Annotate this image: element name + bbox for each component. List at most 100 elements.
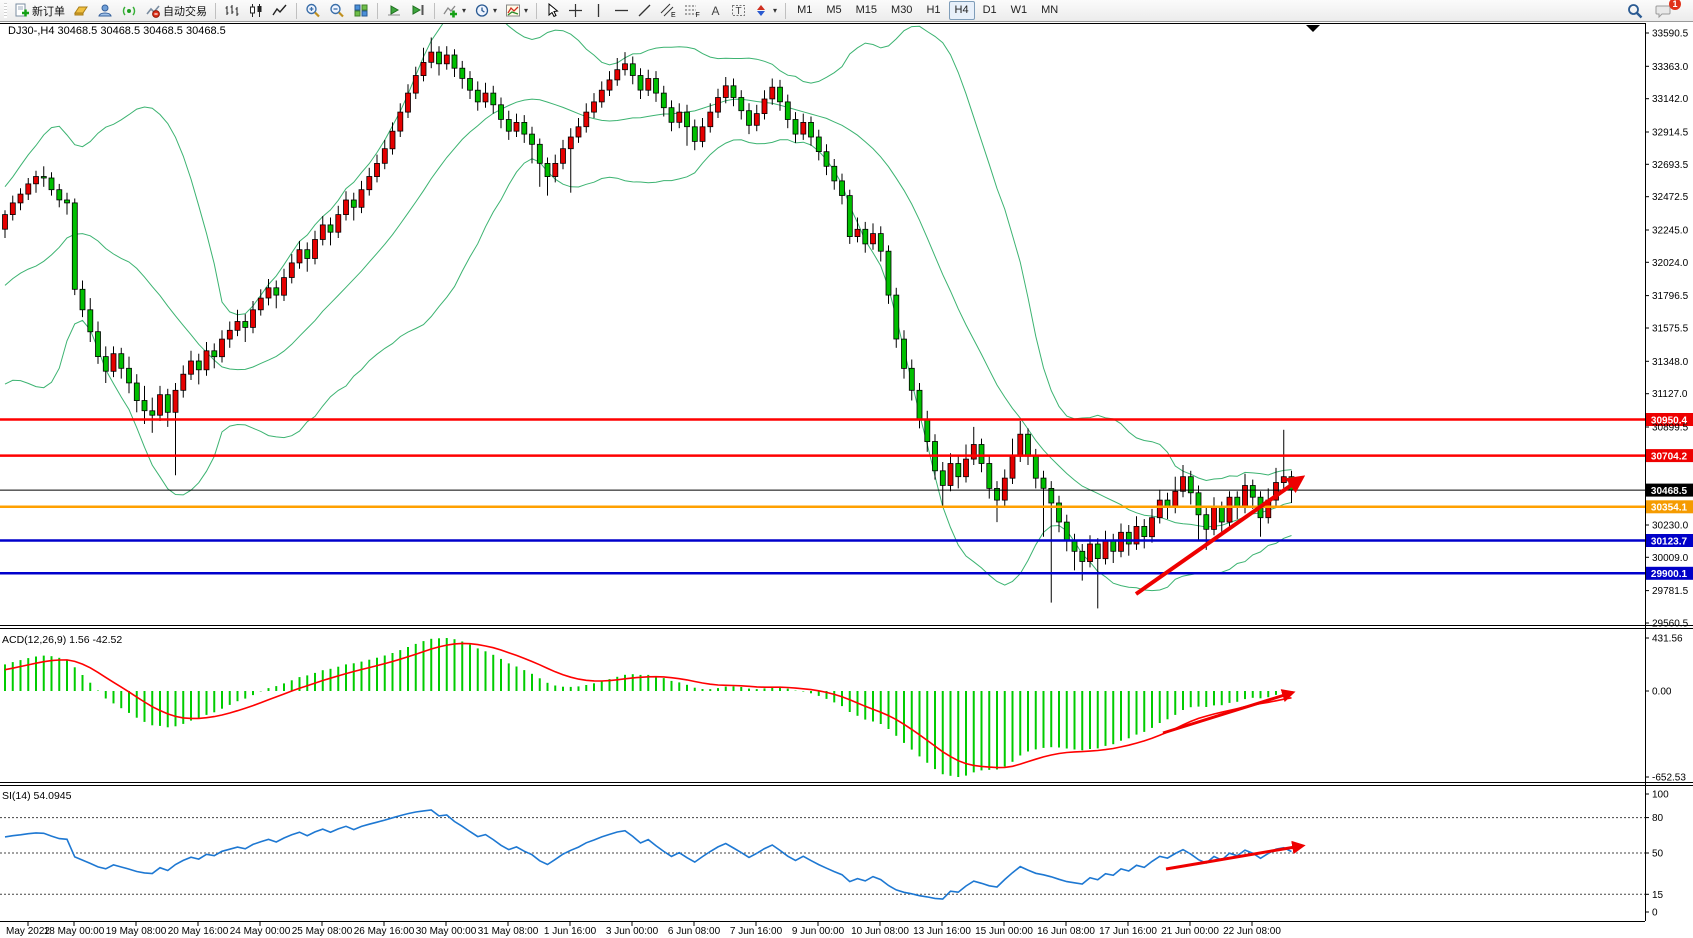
zoom-out-button[interactable] xyxy=(326,1,348,21)
price-tick-label: 32472.5 xyxy=(1652,192,1689,203)
candle-up xyxy=(948,464,953,486)
text-label-tool-button[interactable]: T xyxy=(728,1,749,21)
candle-up xyxy=(3,215,8,230)
toolbar-right: 1 xyxy=(1624,1,1691,21)
candle-down xyxy=(979,445,984,464)
candle-up xyxy=(553,163,558,176)
tile-windows-icon xyxy=(353,3,369,18)
candle-down xyxy=(452,55,457,68)
auto-scroll-button[interactable] xyxy=(383,1,405,21)
trendline-tool-button[interactable] xyxy=(634,1,655,21)
svg-text:E: E xyxy=(671,12,676,18)
line-chart-button[interactable] xyxy=(269,1,291,21)
text-tool-button[interactable]: A xyxy=(705,1,726,21)
tab-timeframe-m30[interactable]: M30 xyxy=(885,1,918,20)
fibonacci-icon: F xyxy=(684,3,700,18)
candle-down xyxy=(1033,456,1038,478)
candle-up xyxy=(382,149,387,164)
candle-up xyxy=(1212,507,1217,529)
notifications-button[interactable]: 1 xyxy=(1652,1,1675,21)
auto-trading-button[interactable]: 自动交易 xyxy=(142,1,210,21)
price-tick-label: 32024.0 xyxy=(1652,258,1689,269)
candle-down xyxy=(1142,526,1147,536)
bar-chart-button[interactable] xyxy=(221,1,243,21)
candle-up xyxy=(375,163,380,176)
time-tick-label: 17 Jun 16:00 xyxy=(1099,926,1157,937)
indicators-button[interactable]: ▾ xyxy=(440,1,469,21)
tab-timeframe-m15[interactable]: M15 xyxy=(850,1,883,20)
tab-timeframe-h4[interactable]: H4 xyxy=(949,1,975,20)
candle-up xyxy=(367,177,372,190)
candle-down xyxy=(1072,541,1077,551)
time-tick-label: 7 Jun 16:00 xyxy=(730,926,783,937)
arrows-tool-button[interactable]: ▾ xyxy=(751,1,780,21)
candle-down xyxy=(475,90,480,102)
candle-up xyxy=(576,127,581,137)
candle-up xyxy=(483,93,488,102)
candle-down xyxy=(196,361,201,370)
zoom-in-icon xyxy=(305,3,321,18)
tab-timeframe-m5[interactable]: M5 xyxy=(820,1,847,20)
toolbar-separator xyxy=(296,3,297,19)
time-tick-label: 21 Jun 00:00 xyxy=(1161,926,1219,937)
fibonacci-tool-button[interactable]: F xyxy=(681,1,703,21)
price-tick-label: 31127.0 xyxy=(1652,389,1688,400)
tab-timeframe-w1[interactable]: W1 xyxy=(1005,1,1034,20)
candle-down xyxy=(72,203,77,289)
channel-icon: E xyxy=(660,3,676,18)
periods-button[interactable]: ▾ xyxy=(471,1,500,21)
toolbar-grip[interactable] xyxy=(4,3,7,18)
signal-button[interactable] xyxy=(118,1,140,21)
cursor-tool-button[interactable] xyxy=(542,1,563,21)
macd-axis-label: 431.56 xyxy=(1652,634,1683,645)
candle-up xyxy=(1119,532,1124,551)
candle-down xyxy=(832,166,837,181)
price-chart[interactable]: 30950.430704.230468.530354.130123.729900… xyxy=(0,0,1693,938)
candle-up xyxy=(189,361,194,374)
candle-up xyxy=(971,445,976,460)
templates-button[interactable]: ▾ xyxy=(502,1,531,21)
candle-up xyxy=(429,52,434,62)
gold-box-button[interactable] xyxy=(70,1,92,21)
mt4-window: 30950.430704.230468.530354.130123.729900… xyxy=(0,0,1693,938)
candle-down xyxy=(909,368,914,390)
time-tick-label: 24 May 00:00 xyxy=(230,926,291,937)
tab-timeframe-d1[interactable]: D1 xyxy=(977,1,1003,20)
profile-button[interactable] xyxy=(94,1,116,21)
candle-up xyxy=(1281,477,1286,483)
candle-down xyxy=(747,111,752,126)
new-order-button[interactable]: 新订单 xyxy=(11,1,68,21)
price-badge-label: 29900.1 xyxy=(1651,569,1688,580)
zoom-in-button[interactable] xyxy=(302,1,324,21)
candle-up xyxy=(599,90,604,102)
channel-tool-button[interactable]: E xyxy=(657,1,679,21)
candle-up xyxy=(1002,478,1007,500)
chevron-down-icon: ▾ xyxy=(493,6,497,15)
price-tick-label: 32914.5 xyxy=(1652,128,1689,139)
chart-area[interactable]: 30950.430704.230468.530354.130123.729900… xyxy=(0,0,1693,938)
horizontal-line-tool-button[interactable] xyxy=(611,1,632,21)
candle-down xyxy=(243,322,248,328)
price-tick-label: 31796.5 xyxy=(1652,291,1689,302)
chart-shift-button[interactable] xyxy=(407,1,429,21)
candle-down xyxy=(1250,486,1255,498)
candle-up xyxy=(313,240,318,259)
search-button[interactable] xyxy=(1624,1,1646,21)
tile-windows-button[interactable] xyxy=(350,1,372,21)
svg-text:A: A xyxy=(712,4,720,18)
candle-up xyxy=(26,184,31,194)
cursor-icon xyxy=(545,3,560,18)
price-tick-label: 30230.0 xyxy=(1652,521,1689,532)
candle-down xyxy=(654,79,659,94)
vertical-line-tool-button[interactable] xyxy=(588,1,609,21)
crosshair-tool-button[interactable] xyxy=(565,1,586,21)
candle-down xyxy=(1041,478,1046,488)
tab-timeframe-mn[interactable]: MN xyxy=(1035,1,1064,20)
rsi-indicator-label: SI(14) 54.0945 xyxy=(2,790,72,802)
candlestick-chart-button[interactable] xyxy=(245,1,267,21)
candle-down xyxy=(522,122,527,134)
tab-timeframe-h1[interactable]: H1 xyxy=(920,1,946,20)
candle-down xyxy=(824,152,829,167)
candle-down xyxy=(351,200,356,207)
tab-timeframe-m1[interactable]: M1 xyxy=(791,1,818,20)
